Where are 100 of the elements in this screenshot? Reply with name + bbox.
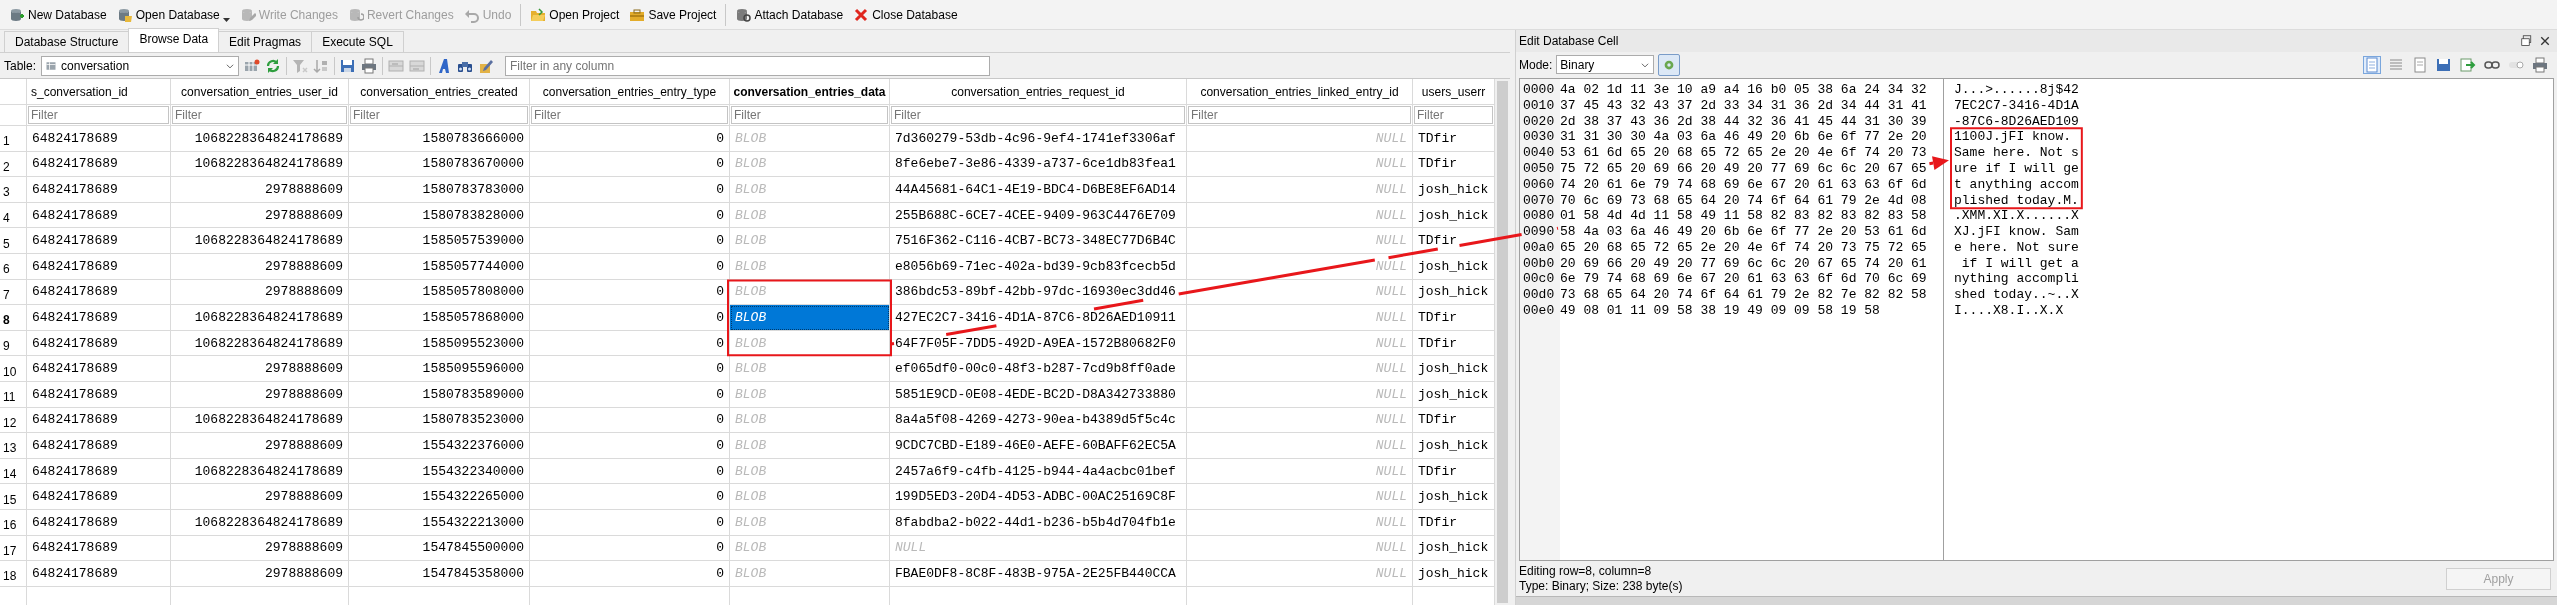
table-cell: 64824178689 (27, 458, 171, 485)
filter-icon[interactable] (292, 57, 309, 74)
table-cell: BLOB (730, 305, 890, 331)
filter-field[interactable]: Filter (891, 106, 1185, 124)
scrollbar[interactable] (1494, 79, 1510, 605)
ascii-text: nything accompli (1954, 271, 2079, 288)
table-cell: BLOB (730, 381, 890, 408)
filter-field[interactable]: Filter (1414, 106, 1493, 124)
table-cell: 7516F362-C116-4CB7-BC73-348EC77D6B4C (890, 228, 1187, 254)
ascii-text: 7EC2C7-3416-4D1A (1954, 97, 2079, 114)
row-number: 6 (0, 253, 27, 280)
save-icon[interactable] (2436, 56, 2452, 73)
auto-switch-button[interactable] (1658, 53, 1681, 76)
filter-field[interactable]: Filter in any column (505, 55, 991, 76)
sort-icon[interactable] (313, 57, 330, 74)
column-header[interactable]: conversation_entries_linked_entry_id (1187, 79, 1413, 105)
tab[interactable]: Browse Data (128, 28, 220, 52)
filter-field[interactable]: Filter (350, 106, 528, 124)
hex-bytes: 4a 02 1d 11 3e 10 a9 a4 16 b0 05 38 6a 24 34 32 (1560, 81, 1927, 98)
column-header[interactable]: conversation_entries_entry_type (530, 79, 730, 105)
close-icon[interactable] (2539, 35, 2551, 47)
tab[interactable]: Edit Pragmas (218, 31, 313, 52)
table-icon[interactable] (244, 57, 261, 74)
table-cell: NULL (1187, 305, 1413, 331)
table-cell: 0 (530, 356, 730, 382)
export-icon[interactable] (2460, 56, 2476, 73)
hex-bytes: 2d 38 37 43 36 2d 38 44 32 36 41 45 44 31 30 39 (1560, 113, 1927, 130)
hex-offset: 00c0 (1523, 271, 1556, 288)
close-icon (853, 6, 870, 23)
tab[interactable]: Database Structure (4, 31, 130, 52)
refresh-icon[interactable] (265, 57, 282, 74)
row-number: 13 (0, 433, 27, 459)
filter-field[interactable]: Filter (531, 106, 728, 124)
toolbar-button[interactable]: Open Project (525, 2, 625, 27)
row-number: 8 (0, 305, 27, 331)
table-cell: 2978888609 (171, 535, 349, 562)
table-cell: NULL (1187, 126, 1413, 152)
table-cell: 1068228364824178689 (171, 458, 349, 485)
column-header[interactable]: conversation_entries_request_id (890, 79, 1187, 105)
filter-field[interactable]: Filter (172, 106, 347, 124)
table-cell: 2978888609 (171, 561, 349, 587)
column-header[interactable]: conversation_entries_created (349, 79, 530, 105)
mode-select[interactable]: Binary (1556, 55, 1655, 75)
table-cell: 0 (530, 381, 730, 408)
tab[interactable]: Execute SQL (311, 31, 404, 52)
filter-field[interactable]: Filter (28, 106, 169, 124)
table-cell: 1585057808000 (349, 279, 530, 306)
hex-bytes: 20 69 66 20 49 20 77 69 6c 6c 20 67 65 74 20 61 (1560, 255, 1927, 272)
hex-bytes: 65 20 68 65 72 65 2e 20 4e 6f 74 20 73 75 72 65 (1560, 239, 1927, 256)
toolbar-button[interactable]: Save Project (624, 2, 722, 27)
hex-offset: 0040 (1523, 145, 1556, 161)
briefcase-icon (629, 6, 646, 23)
float-icon[interactable] (2521, 35, 2533, 47)
column-header[interactable]: s_conversation_id (27, 79, 171, 105)
table-cell: 0 (530, 177, 730, 203)
table-cell: 0 (530, 509, 730, 536)
row-number: 2 (0, 151, 27, 178)
print-icon[interactable] (2532, 56, 2548, 73)
row-number: 15 (0, 484, 27, 510)
table-cell: 1585057868000 (349, 305, 530, 331)
table-cell: NULL (1187, 330, 1413, 357)
column-header[interactable]: conversation_entries_data (730, 79, 890, 105)
toolbar-button[interactable]: New Database (4, 2, 112, 27)
toolbar-button[interactable]: Open Database (111, 2, 235, 27)
table-cell: 1554322213000 (349, 509, 530, 536)
table-cell: 0 (530, 202, 730, 229)
hex-bytes: 31 31 30 30 4a 03 6a 46 49 20 6b 6e 6f 77 2e 20 (1560, 129, 1927, 146)
table-cell: 64824178689 (27, 407, 171, 434)
table-cell: BLOB (730, 407, 890, 434)
column-header[interactable]: conversation_entries_user_id (171, 79, 349, 105)
document-icon[interactable] (2364, 56, 2380, 73)
table-cell: 64824178689 (27, 356, 171, 382)
hex-offset: 0080 (1523, 208, 1556, 225)
table-cell: 64824178689 (27, 381, 171, 408)
ascii-text: 1100J.jFI know. (1954, 129, 2072, 146)
ascii-text: t anything accom (1954, 176, 2079, 193)
table-cell: 0 (530, 561, 730, 587)
row-number: 17 (0, 535, 27, 562)
table-cell: BLOB (730, 535, 890, 562)
ascii-text: plished today.M. (1954, 192, 2079, 209)
table-cell: 64824178689 (27, 253, 171, 280)
edit-icon[interactable] (478, 57, 495, 74)
hex-offset: 00e0 (1523, 303, 1556, 319)
table-cell: BLOB (730, 253, 890, 280)
table-cell: NULL (1187, 253, 1413, 280)
table-cell: 64824178689 (27, 228, 171, 254)
print-icon[interactable] (361, 57, 378, 74)
document-icon[interactable] (2412, 56, 2428, 73)
table-cell: 2978888609 (171, 381, 349, 408)
table-cell: 0 (530, 458, 730, 485)
ascii-text: e here. Not sure (1954, 239, 2079, 256)
filter-field[interactable]: Filter (1188, 106, 1411, 124)
table-cell: 2978888609 (171, 484, 349, 510)
table-select[interactable]: conversation (41, 55, 240, 76)
pencil-icon (239, 6, 256, 23)
save-icon[interactable] (340, 57, 357, 74)
filter-field[interactable]: Filter (731, 106, 888, 124)
toolbar-button[interactable]: Close Database (848, 2, 963, 27)
table-cell: 1585057539000 (349, 228, 530, 254)
toolbar-button[interactable]: Attach Database (730, 2, 849, 27)
